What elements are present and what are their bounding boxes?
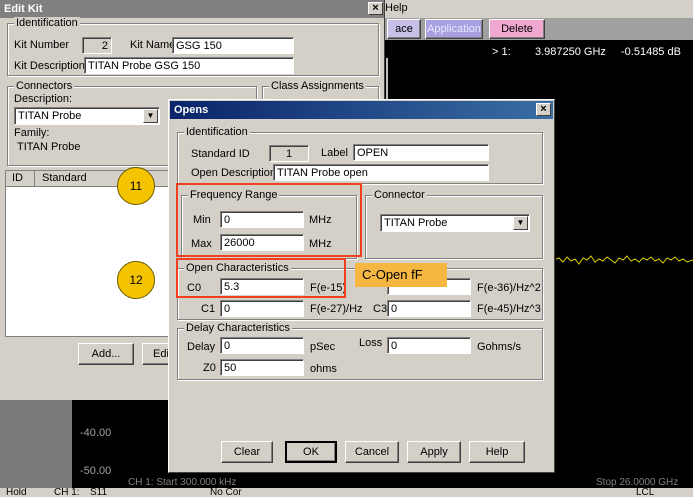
c2-unit: F(e-36)/Hz^2 bbox=[477, 282, 541, 294]
ok-button[interactable]: OK bbox=[285, 441, 337, 463]
kit-name-input[interactable]: GSG 150 bbox=[172, 37, 294, 54]
marker-frequency: 3.987250 GHz bbox=[535, 46, 606, 58]
c1-input[interactable]: 0 bbox=[220, 300, 304, 317]
c3-input[interactable]: 0 bbox=[387, 300, 471, 317]
kit-number-label: Kit Number bbox=[14, 39, 70, 51]
lower-left-panel bbox=[0, 400, 72, 488]
opens-titlebar: Opens bbox=[170, 101, 553, 119]
ace-button[interactable]: ace bbox=[387, 19, 421, 39]
kit-number-field: 2 bbox=[82, 37, 112, 54]
kit-description-label: Kit Description bbox=[14, 60, 85, 72]
c3-label: C3 bbox=[373, 303, 388, 315]
help-button[interactable]: Help bbox=[469, 441, 525, 463]
status-channel: CH 1: bbox=[54, 488, 80, 497]
header-divider bbox=[34, 171, 35, 186]
y-tick-40: -40.00 bbox=[80, 427, 112, 439]
chevron-down-icon[interactable]: ▼ bbox=[143, 109, 158, 123]
connector-select[interactable]: TITAN Probe ▼ bbox=[380, 214, 530, 232]
open-description-label: Open Description bbox=[191, 167, 276, 179]
label-label: Label bbox=[321, 147, 348, 159]
marker-value: -0.51485 dB bbox=[621, 46, 681, 58]
c0-highlight bbox=[176, 258, 346, 298]
z0-input[interactable]: 50 bbox=[220, 359, 304, 376]
c1-unit: F(e-27)/Hz bbox=[310, 303, 363, 315]
marker-number: > 1: bbox=[492, 46, 511, 58]
connector-legend: Connector bbox=[372, 189, 427, 201]
opens-close-button[interactable]: × bbox=[536, 103, 551, 116]
status-measurement: S11 bbox=[90, 488, 108, 497]
frequency-range-highlight bbox=[176, 183, 362, 257]
c-open-note: C-Open fF bbox=[355, 263, 447, 287]
connector-description-select[interactable]: TITAN Probe ▼ bbox=[14, 107, 160, 125]
cancel-button[interactable]: Cancel bbox=[345, 441, 399, 463]
callout-11-badge: 11 bbox=[117, 167, 155, 205]
label-input[interactable]: OPEN bbox=[353, 144, 489, 161]
status-hold: Hold bbox=[6, 488, 27, 497]
delay-label: Delay bbox=[187, 341, 216, 353]
open-description-input[interactable]: TITAN Probe open bbox=[273, 164, 489, 181]
loss-unit: Gohms/s bbox=[477, 341, 522, 353]
edit-kit-titlebar: Edit Kit bbox=[0, 0, 384, 18]
trace-line bbox=[553, 255, 693, 265]
column-header-id[interactable]: ID bbox=[12, 172, 23, 185]
callout-12-badge: 12 bbox=[117, 261, 155, 299]
edit-kit-close-button[interactable]: × bbox=[368, 2, 383, 15]
c1-label: C1 bbox=[201, 303, 216, 315]
status-correction: No Cor bbox=[210, 488, 242, 497]
analyzer-toolbar: ace Application Delete bbox=[383, 18, 693, 40]
kit-identification-legend: Identification bbox=[14, 17, 80, 29]
help-menu[interactable]: Help bbox=[385, 2, 408, 15]
status-bar: Hold CH 1: S11 No Cor LCL bbox=[0, 488, 693, 497]
y-tick-50: -50.00 bbox=[80, 465, 112, 477]
connector-description-value: TITAN Probe bbox=[18, 110, 82, 122]
standard-id-field: 1 bbox=[269, 145, 309, 162]
kit-description-input[interactable]: TITAN Probe GSG 150 bbox=[84, 57, 294, 74]
status-lcl: LCL bbox=[636, 488, 655, 497]
c3-unit: F(e-45)/Hz^3 bbox=[477, 303, 541, 315]
family-field: TITAN Probe bbox=[14, 139, 126, 156]
kit-name-label: Kit Name bbox=[130, 39, 176, 51]
analyzer-menubar: Help bbox=[383, 0, 693, 18]
loss-input[interactable]: 0 bbox=[387, 337, 471, 354]
delay-characteristics-legend: Delay Characteristics bbox=[184, 322, 292, 334]
delete-button[interactable]: Delete bbox=[489, 19, 545, 39]
connector-description-label: Description: bbox=[14, 93, 73, 105]
class-assignments-legend: Class Assignments bbox=[269, 80, 366, 92]
opens-title: Opens bbox=[174, 104, 209, 116]
chevron-down-icon[interactable]: ▼ bbox=[513, 216, 528, 230]
standard-id-label: Standard ID bbox=[191, 148, 250, 160]
z0-label: Z0 bbox=[203, 362, 216, 374]
application-button[interactable]: Application bbox=[425, 19, 483, 39]
z0-unit: ohms bbox=[310, 363, 337, 375]
edit-kit-title: Edit Kit bbox=[4, 3, 43, 15]
column-header-standard[interactable]: Standard bbox=[42, 172, 87, 185]
clear-button[interactable]: Clear bbox=[221, 441, 273, 463]
connector-select-value: TITAN Probe bbox=[384, 217, 448, 229]
delay-unit: pSec bbox=[310, 341, 336, 353]
add-button[interactable]: Add... bbox=[78, 343, 134, 365]
delay-input[interactable]: 0 bbox=[220, 337, 304, 354]
connectors-legend: Connectors bbox=[14, 80, 75, 92]
apply-button[interactable]: Apply bbox=[407, 441, 461, 463]
opens-identification-legend: Identification bbox=[184, 126, 250, 138]
loss-label: Loss bbox=[359, 337, 383, 349]
